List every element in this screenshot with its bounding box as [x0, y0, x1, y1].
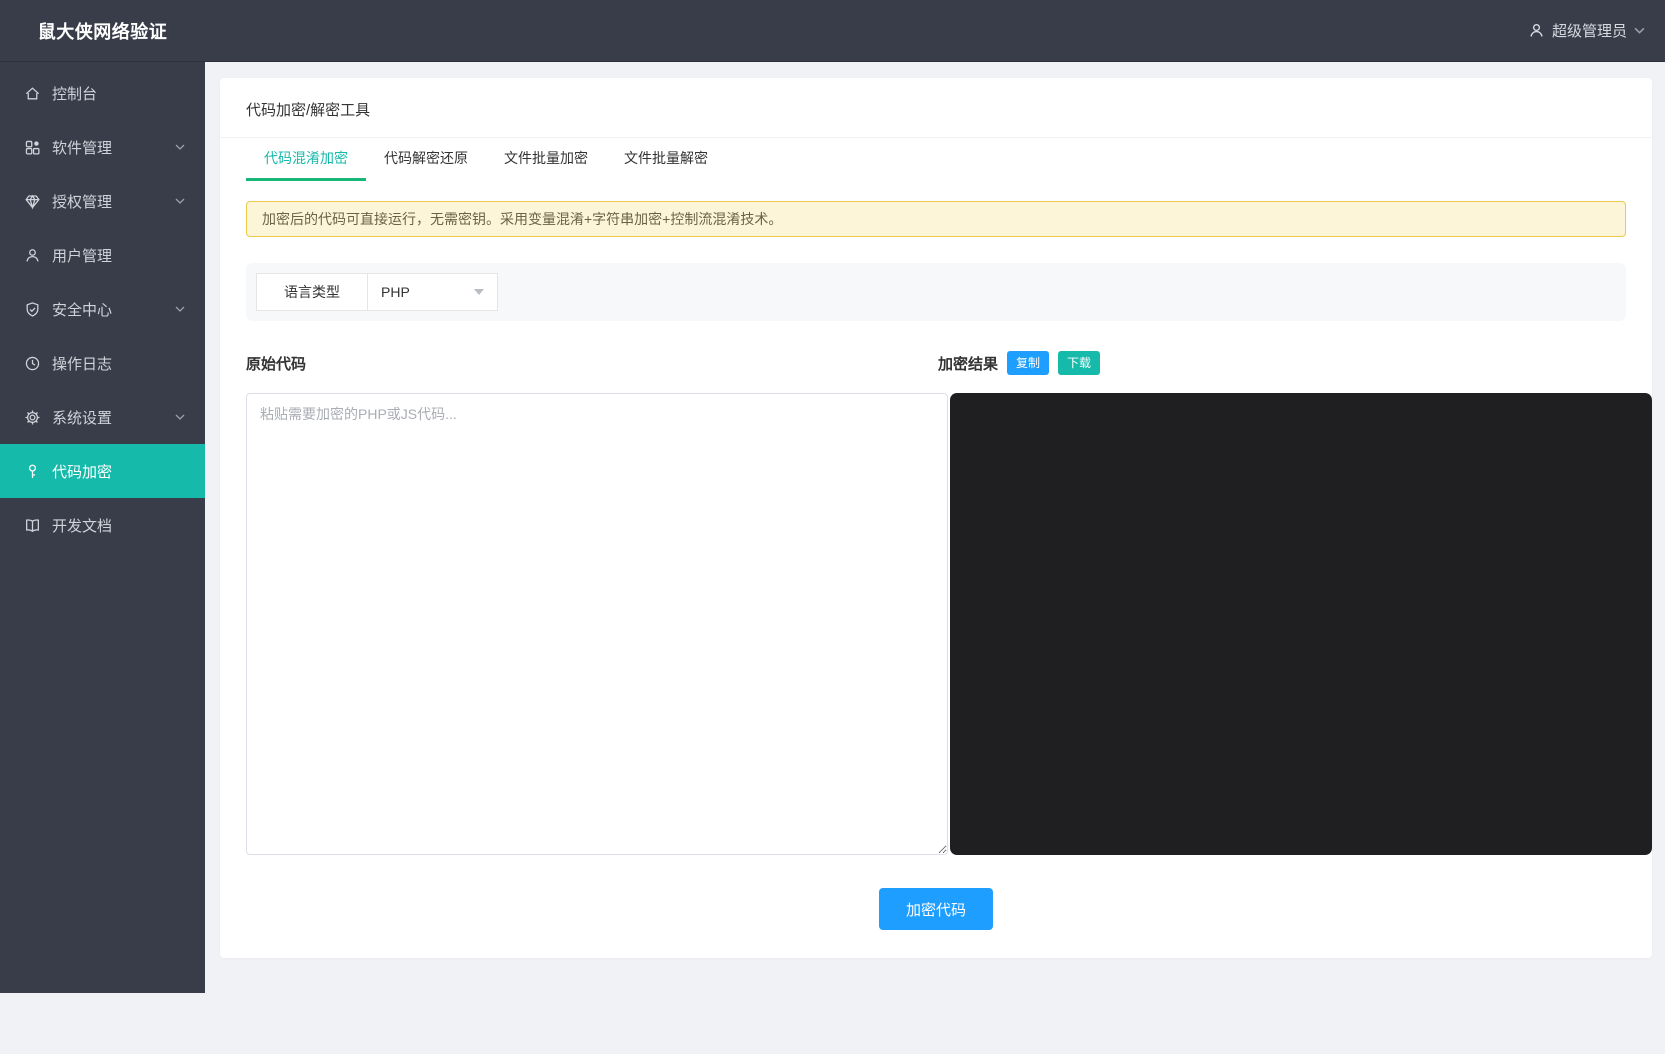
- tab-decrypt-restore[interactable]: 代码解密还原: [366, 138, 486, 181]
- card-footer: 加密代码: [220, 888, 1652, 956]
- tool-tabs: 代码混淆加密 代码解密还原 文件批量加密 文件批量解密: [220, 138, 1652, 181]
- top-bar: 鼠大侠网络验证 超级管理员: [0, 0, 1665, 62]
- tab-batch-decrypt[interactable]: 文件批量解密: [606, 138, 726, 181]
- sidebar-item-label: 安全中心: [52, 299, 112, 320]
- download-button[interactable]: 下载: [1058, 351, 1100, 375]
- tool-card: 代码加密/解密工具 代码混淆加密 代码解密还原 文件批量加密 文件批量解密 加密…: [220, 78, 1652, 958]
- language-row: 语言类型 PHP: [246, 263, 1626, 321]
- chevron-down-icon: [175, 198, 185, 204]
- sidebar-item-docs[interactable]: 开发文档: [0, 498, 205, 552]
- copy-button[interactable]: 复制: [1007, 351, 1049, 375]
- sidebar-item-code-encrypt[interactable]: 代码加密: [0, 444, 205, 498]
- language-select-value: PHP: [381, 284, 410, 300]
- user-icon: [24, 247, 41, 264]
- language-type-label: 语言类型: [256, 273, 368, 311]
- chevron-down-icon: [175, 306, 185, 312]
- caret-down-icon: [474, 289, 484, 295]
- sidebar-item-logs[interactable]: 操作日志: [0, 336, 205, 390]
- chevron-down-icon: [175, 414, 185, 420]
- sidebar-item-dashboard[interactable]: 控制台: [0, 66, 205, 120]
- page-title: 代码加密/解密工具: [220, 78, 1652, 138]
- encrypt-result-output: [950, 393, 1652, 855]
- home-icon: [24, 85, 41, 102]
- encrypt-code-button[interactable]: 加密代码: [879, 888, 993, 930]
- tab-batch-encrypt[interactable]: 文件批量加密: [486, 138, 606, 181]
- source-code-label: 原始代码: [246, 353, 936, 374]
- sidebar-item-label: 软件管理: [52, 137, 112, 158]
- sidebar-item-label: 控制台: [52, 83, 97, 104]
- sidebar-item-label: 系统设置: [52, 407, 112, 428]
- sidebar-item-license[interactable]: 授权管理: [0, 174, 205, 228]
- language-select[interactable]: PHP: [368, 273, 498, 311]
- shield-icon: [24, 301, 41, 318]
- chevron-down-icon: [175, 144, 185, 150]
- source-code-input[interactable]: [246, 393, 948, 855]
- book-icon: [24, 517, 41, 534]
- main-content: 代码加密/解密工具 代码混淆加密 代码解密还原 文件批量加密 文件批量解密 加密…: [205, 62, 1665, 1054]
- io-labels-row: 原始代码 加密结果 复制 下载: [246, 351, 1626, 375]
- user-name: 超级管理员: [1552, 20, 1627, 41]
- sidebar-item-users[interactable]: 用户管理: [0, 228, 205, 282]
- key-icon: [24, 463, 41, 480]
- encrypt-result-label: 加密结果: [938, 353, 998, 374]
- chevron-down-icon: [1634, 27, 1645, 34]
- notice-banner: 加密后的代码可直接运行，无需密钥。采用变量混淆+字符串加密+控制流混淆技术。: [246, 201, 1626, 237]
- app-logo: 鼠大侠网络验证: [0, 18, 205, 44]
- editors-row: [246, 393, 1652, 855]
- sidebar-item-label: 代码加密: [52, 461, 112, 482]
- user-icon: [1528, 22, 1545, 39]
- sidebar-item-label: 操作日志: [52, 353, 112, 374]
- apps-icon: [24, 139, 41, 156]
- user-menu[interactable]: 超级管理员: [1528, 20, 1665, 41]
- gear-icon: [24, 409, 41, 426]
- gem-icon: [24, 193, 41, 210]
- sidebar-item-label: 用户管理: [52, 245, 112, 266]
- clock-icon: [24, 355, 41, 372]
- sidebar: 控制台 软件管理 授权管理 用户管理: [0, 62, 205, 993]
- sidebar-item-software[interactable]: 软件管理: [0, 120, 205, 174]
- sidebar-item-security[interactable]: 安全中心: [0, 282, 205, 336]
- sidebar-item-settings[interactable]: 系统设置: [0, 390, 205, 444]
- sidebar-item-label: 授权管理: [52, 191, 112, 212]
- tab-obfuscate-encrypt[interactable]: 代码混淆加密: [246, 138, 366, 181]
- sidebar-item-label: 开发文档: [52, 515, 112, 536]
